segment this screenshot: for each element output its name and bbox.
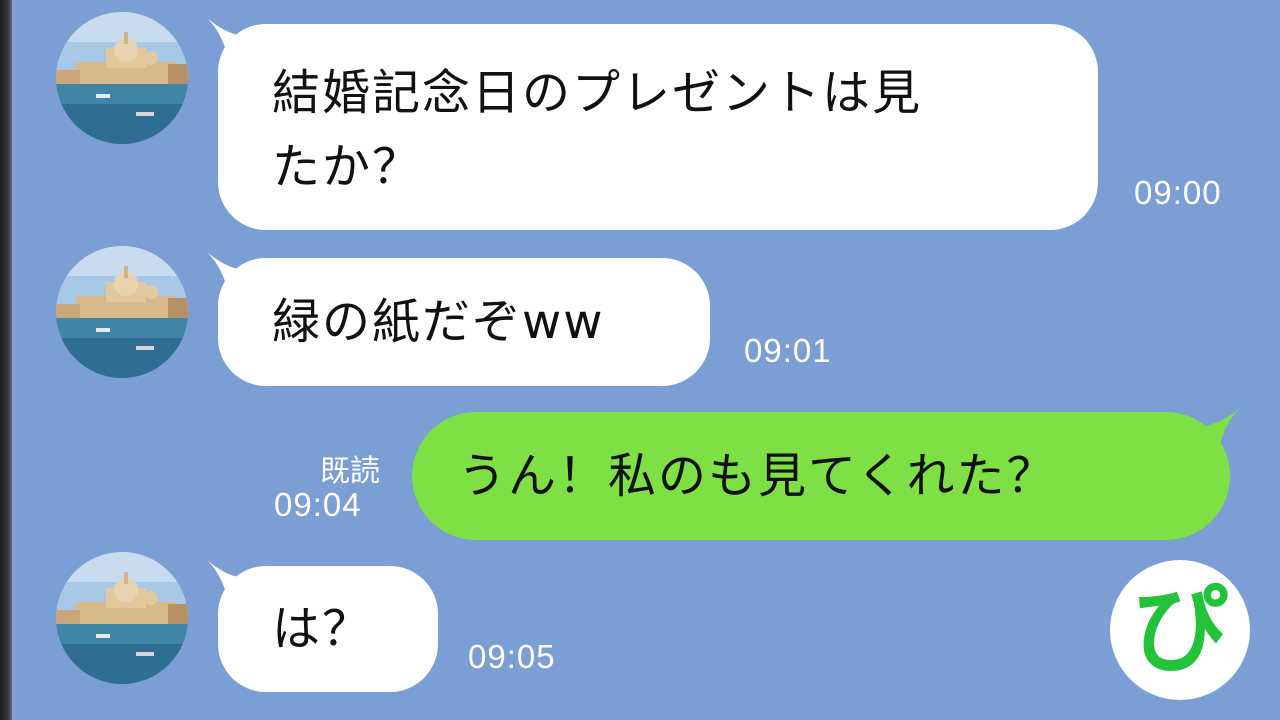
avatar[interactable] <box>56 12 188 144</box>
avatar[interactable] <box>56 552 188 684</box>
chat-screen: 結婚記念日のプレゼントは見 たか？ 09:00 緑の紙だぞww 09:01 既読… <box>0 0 1280 720</box>
logo-text: ぴ <box>1132 574 1228 686</box>
avatar-venice-image <box>56 552 188 684</box>
message-bubble[interactable]: は？ <box>218 566 438 692</box>
avatar-venice-image <box>56 12 188 144</box>
message-bubble[interactable]: 緑の紙だぞww <box>218 258 710 386</box>
message-bubble[interactable]: 結婚記念日のプレゼントは見 たか？ <box>218 24 1098 230</box>
message-time: 09:04 <box>274 486 362 523</box>
message-time: 09:01 <box>744 332 832 369</box>
read-receipt: 既読 <box>320 455 380 488</box>
message-time: 09:00 <box>1134 174 1222 211</box>
channel-logo: ぴ <box>1110 560 1250 700</box>
message-text-line: たか？ <box>272 139 423 195</box>
avatar-venice-image <box>56 246 188 378</box>
device-bezel <box>0 0 12 720</box>
message-time: 09:05 <box>468 638 556 675</box>
message-text-line: 結婚記念日のプレゼントは見 <box>272 65 923 121</box>
avatar[interactable] <box>56 246 188 378</box>
message-text: は？ <box>272 601 373 657</box>
message-bubble-outgoing[interactable]: うん！私のも見てくれた？ <box>412 412 1230 540</box>
message-text: うん！私のも見てくれた？ <box>458 448 1057 504</box>
message-text: 緑の紙だぞww <box>272 294 605 350</box>
bubble-tail <box>1200 408 1240 452</box>
